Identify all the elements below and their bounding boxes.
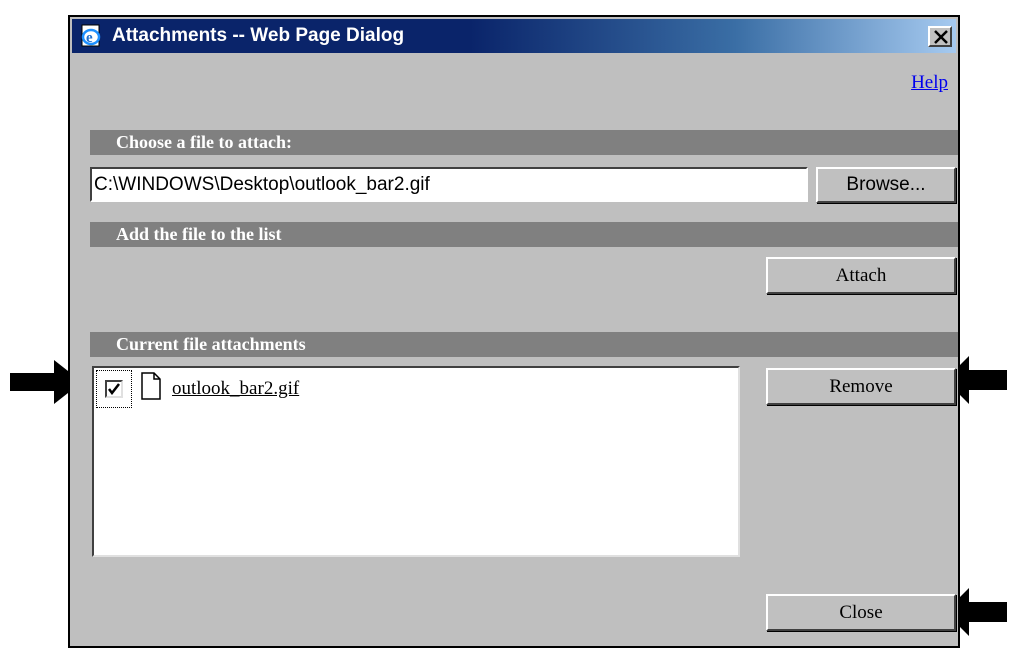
section-current-attachments: Current file attachments (90, 332, 958, 357)
close-button[interactable]: Close (766, 594, 956, 631)
close-window-button[interactable] (928, 26, 952, 47)
close-x-icon (934, 30, 948, 44)
checkbox-focus-ring (96, 370, 132, 408)
attach-button[interactable]: Attach (766, 257, 956, 294)
attachments-dialog: e Attachments -- Web Page Dialog Help Ch… (68, 15, 960, 648)
list-item: outlook_bar2.gif (96, 370, 356, 408)
title-bar: e Attachments -- Web Page Dialog (72, 19, 956, 53)
file-path-input[interactable] (90, 167, 808, 202)
attachment-checkbox[interactable] (105, 380, 123, 398)
window-title: Attachments -- Web Page Dialog (112, 25, 405, 46)
remove-button[interactable]: Remove (766, 368, 956, 405)
svg-text:e: e (86, 30, 93, 46)
section-add-file: Add the file to the list (90, 222, 958, 247)
attachment-link[interactable]: outlook_bar2.gif (172, 378, 299, 400)
page: e Attachments -- Web Page Dialog Help Ch… (0, 0, 1009, 648)
section-choose-file: Choose a file to attach: (90, 130, 958, 155)
ie-page-icon: e (81, 24, 101, 47)
document-icon (141, 372, 161, 400)
checkmark-icon (108, 383, 120, 395)
browse-button[interactable]: Browse... (816, 167, 956, 203)
attachments-list[interactable]: outlook_bar2.gif (92, 366, 740, 557)
help-link[interactable]: Help (911, 72, 948, 94)
